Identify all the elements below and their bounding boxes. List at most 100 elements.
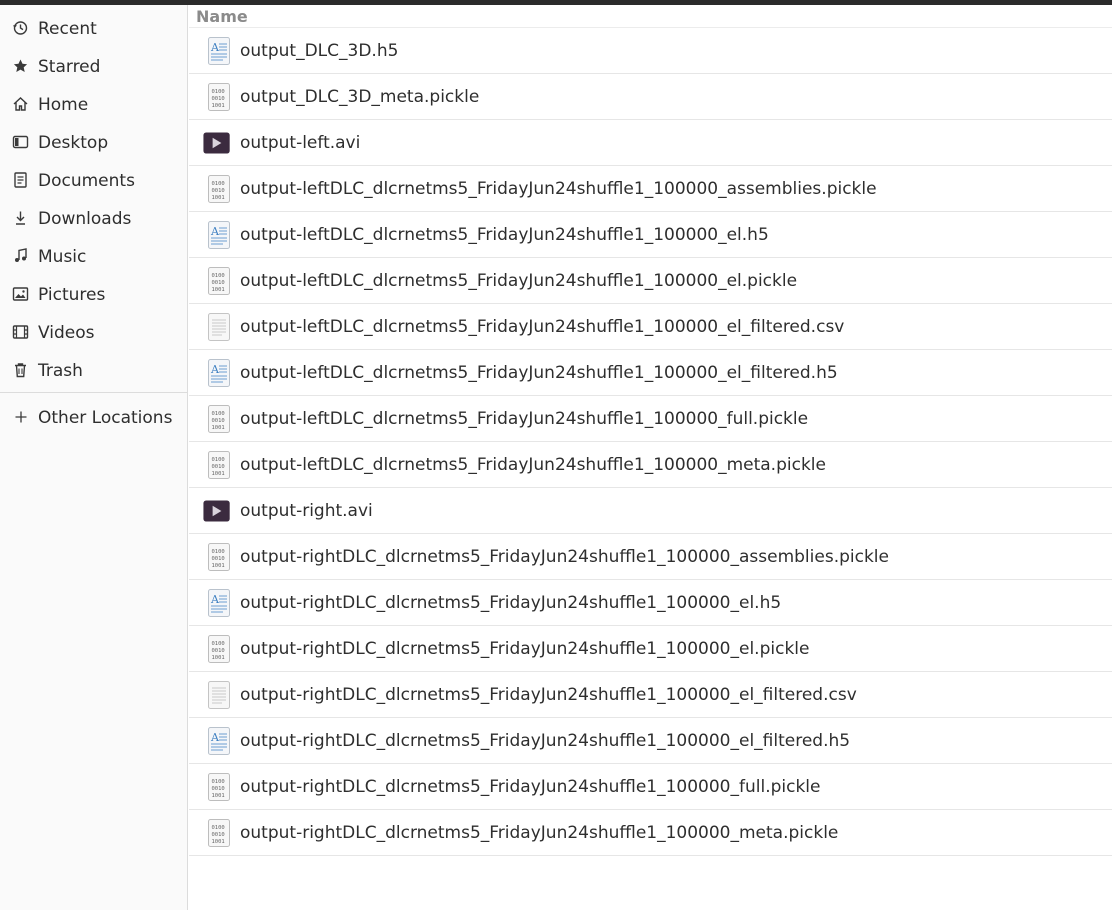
home-icon: [12, 96, 30, 112]
sidebar-item-other-locations[interactable]: Other Locations: [0, 397, 187, 435]
svg-text:1001: 1001: [212, 425, 225, 431]
file-name: output-leftDLC_dlcrnetms5_FridayJun24shu…: [240, 225, 769, 245]
svg-text:0100: 0100: [212, 411, 225, 417]
svg-text:1001: 1001: [212, 793, 225, 799]
videos-icon: [12, 324, 30, 340]
sidebar-item-pictures[interactable]: Pictures: [0, 274, 187, 312]
file-row[interactable]: 0100 0010 1001 output-leftDLC_dlcrnetms5_Fr…: [189, 396, 1112, 442]
sidebar-item-label: Music: [38, 247, 87, 267]
file-row[interactable]: 0100 0010 1001 output_DLC_3D_meta.pickle: [189, 74, 1112, 120]
file-row[interactable]: output-leftDLC_dlcrnetms5_FridayJun24shu…: [189, 304, 1112, 350]
file-row[interactable]: Aoutput-rightDLC_dlcrnetms5_FridayJun24s…: [189, 718, 1112, 764]
download-icon: [12, 210, 30, 226]
file-row[interactable]: 0100 0010 1001 output-rightDLC_dlcrnetms5_F…: [189, 810, 1112, 856]
file-name: output-right.avi: [240, 501, 373, 521]
sidebar-item-label: Pictures: [38, 285, 106, 305]
file-name: output-leftDLC_dlcrnetms5_FridayJun24shu…: [240, 317, 845, 337]
file-row[interactable]: 0100 0010 1001 output-rightDLC_dlcrnetms5_F…: [189, 764, 1112, 810]
pictures-icon: [12, 286, 30, 302]
documents-icon: [12, 172, 30, 188]
file-row[interactable]: 0100 0010 1001 output-leftDLC_dlcrnetms5_Fr…: [189, 166, 1112, 212]
sidebar-item-trash[interactable]: Trash: [0, 350, 187, 388]
file-name: output-rightDLC_dlcrnetms5_FridayJun24sh…: [240, 777, 821, 797]
file-name: output_DLC_3D.h5: [240, 41, 399, 61]
music-icon: [12, 248, 30, 264]
file-name: output-leftDLC_dlcrnetms5_FridayJun24shu…: [240, 409, 809, 429]
plus-icon: [12, 409, 30, 425]
file-name: output-leftDLC_dlcrnetms5_FridayJun24shu…: [240, 271, 798, 291]
file-row[interactable]: Aoutput-leftDLC_dlcrnetms5_FridayJun24sh…: [189, 212, 1112, 258]
binary-file-icon: 0100 0010 1001: [205, 451, 233, 479]
file-name: output-left.avi: [240, 133, 361, 153]
file-name: output-rightDLC_dlcrnetms5_FridayJun24sh…: [240, 685, 857, 705]
sidebar-item-videos[interactable]: Videos: [0, 312, 187, 350]
file-row[interactable]: output-rightDLC_dlcrnetms5_FridayJun24sh…: [189, 672, 1112, 718]
sidebar-item-recent[interactable]: Recent: [0, 8, 187, 46]
sidebar-item-downloads[interactable]: Downloads: [0, 198, 187, 236]
svg-text:0010: 0010: [212, 786, 225, 792]
binary-file-icon: 0100 0010 1001: [205, 175, 233, 203]
file-row[interactable]: 0100 0010 1001 output-leftDLC_dlcrnetms5_Fr…: [189, 442, 1112, 488]
binary-file-icon: 0100 0010 1001: [205, 635, 233, 663]
sidebar-separator: [0, 392, 187, 393]
video-file-icon: [203, 497, 235, 525]
sidebar-item-documents[interactable]: Documents: [0, 160, 187, 198]
sidebar-item-label: Starred: [38, 57, 101, 77]
sidebar-item-starred[interactable]: Starred: [0, 46, 187, 84]
text-file-icon: [205, 681, 233, 709]
binary-file-icon: 0100 0010 1001: [205, 83, 233, 111]
svg-text:0010: 0010: [212, 188, 225, 194]
binary-file-icon: 0100 0010 1001: [205, 405, 233, 433]
svg-text:A: A: [210, 225, 220, 238]
hdf5-document-icon: A: [205, 37, 233, 65]
file-name: output-leftDLC_dlcrnetms5_FridayJun24shu…: [240, 179, 877, 199]
sidebar-item-label: Documents: [38, 171, 135, 191]
sidebar-item-label: Recent: [38, 19, 97, 39]
sidebar-item-home[interactable]: Home: [0, 84, 187, 122]
svg-text:1001: 1001: [212, 287, 225, 293]
svg-text:0100: 0100: [212, 825, 225, 831]
binary-file-icon: 0100 0010 1001: [205, 819, 233, 847]
file-row[interactable]: Aoutput_DLC_3D.h5: [189, 28, 1112, 74]
svg-text:1001: 1001: [212, 563, 225, 569]
file-row[interactable]: 0100 0010 1001 output-rightDLC_dlcrnetms5_F…: [189, 626, 1112, 672]
svg-text:1001: 1001: [212, 655, 225, 661]
file-list-view: Name Aoutput_DLC_3D.h5 0100 0010 1001 output…: [189, 5, 1112, 910]
svg-text:0100: 0100: [212, 457, 225, 463]
hdf5-document-icon: A: [205, 727, 233, 755]
sidebar-item-label: Desktop: [38, 133, 109, 153]
svg-text:A: A: [210, 363, 220, 376]
file-row[interactable]: 0100 0010 1001 output-rightDLC_dlcrnetms5_F…: [189, 534, 1112, 580]
file-row[interactable]: Aoutput-rightDLC_dlcrnetms5_FridayJun24s…: [189, 580, 1112, 626]
svg-text:1001: 1001: [212, 103, 225, 109]
file-row[interactable]: Aoutput-leftDLC_dlcrnetms5_FridayJun24sh…: [189, 350, 1112, 396]
file-name: output-rightDLC_dlcrnetms5_FridayJun24sh…: [240, 547, 889, 567]
video-file-icon: [203, 129, 235, 157]
file-name: output-rightDLC_dlcrnetms5_FridayJun24sh…: [240, 639, 810, 659]
binary-file-icon: 0100 0010 1001: [205, 267, 233, 295]
sidebar-item-desktop[interactable]: Desktop: [0, 122, 187, 160]
sidebar-item-label: Other Locations: [38, 408, 173, 428]
svg-text:0100: 0100: [212, 273, 225, 279]
hdf5-document-icon: A: [205, 221, 233, 249]
svg-text:0100: 0100: [212, 89, 225, 95]
file-name: output_DLC_3D_meta.pickle: [240, 87, 480, 107]
svg-text:A: A: [210, 41, 220, 54]
clock-icon: [12, 20, 30, 36]
file-row[interactable]: output-left.avi: [189, 120, 1112, 166]
svg-text:0100: 0100: [212, 641, 225, 647]
desktop-icon: [12, 134, 30, 150]
file-name: output-rightDLC_dlcrnetms5_FridayJun24sh…: [240, 823, 839, 843]
file-row[interactable]: 0100 0010 1001 output-leftDLC_dlcrnetms5_Fr…: [189, 258, 1112, 304]
sidebar-item-label: Trash: [38, 361, 83, 381]
svg-text:A: A: [210, 731, 220, 744]
sidebar-item-music[interactable]: Music: [0, 236, 187, 274]
file-row[interactable]: output-right.avi: [189, 488, 1112, 534]
svg-text:0010: 0010: [212, 648, 225, 654]
name-column-header[interactable]: Name: [189, 5, 1112, 28]
hdf5-document-icon: A: [205, 359, 233, 387]
svg-text:0010: 0010: [212, 556, 225, 562]
svg-text:0010: 0010: [212, 418, 225, 424]
sidebar-item-label: Downloads: [38, 209, 132, 229]
file-name: output-leftDLC_dlcrnetms5_FridayJun24shu…: [240, 455, 826, 475]
